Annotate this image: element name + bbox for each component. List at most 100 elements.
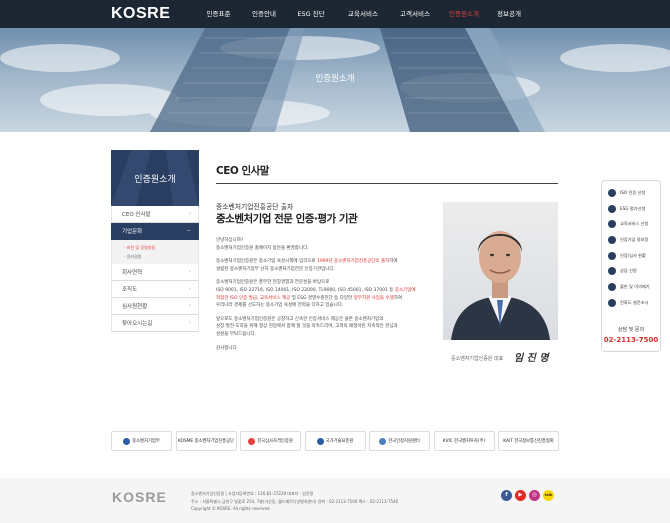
sidebar-submenu: - 비전 및 경영방침 - 윤리경영: [111, 240, 199, 264]
minus-icon: −: [186, 228, 191, 234]
nav-item-customer[interactable]: 고객서비스: [391, 0, 439, 28]
nav-item-guide[interactable]: 인증안내: [241, 0, 287, 28]
youtube-icon[interactable]: ▶: [515, 490, 526, 501]
quick-item-status[interactable]: 인증/심사 현황: [602, 248, 660, 264]
text-line: 중소벤처기업인증원은 중소기업 육성시책에 입각으로: [216, 259, 317, 265]
sidebar-subitem-ethics[interactable]: - 윤리경영: [124, 252, 198, 261]
sidebar-item-label: 찾아오시는길: [122, 321, 153, 327]
logo-mark-icon: [379, 437, 387, 445]
quick-item-label: 인증/심사 현황: [620, 252, 646, 258]
quick-phone-label: 상담 및 문의: [617, 327, 645, 333]
partner-name: 한국심사자격인증원: [257, 439, 293, 444]
quick-item-consult[interactable]: 상담 신청: [602, 263, 660, 279]
greeting-closing: 감사합니다.: [216, 345, 239, 351]
quick-phone-number[interactable]: 02-2113-7500: [602, 336, 660, 344]
ceo-photo: [443, 202, 558, 340]
greeting-paragraph-3: 중소벤처기업인증원은 풍부한 현장경험과 전문성을 바탕으로 ISO 9001,…: [216, 279, 432, 309]
top-header: KOSRE 인증표준 인증안내 ESG 진단 교육서비스 고객서비스 인증원소개…: [0, 0, 670, 28]
text-line: 앞으로도 중소벤처기업인증원은 공정하고 신속한 인증서비스 제공은 물론 중소…: [216, 316, 384, 322]
facebook-icon[interactable]: f: [501, 490, 512, 501]
hero-banner: 인증원소개: [0, 28, 670, 132]
sidebar-item-organization[interactable]: 조직도 ›: [111, 281, 199, 298]
nav-item-standard[interactable]: 인증표준: [196, 0, 241, 28]
text-line: 중소벤처기업인증원 홈페이지 방문을 환영합니다.: [216, 245, 309, 251]
highlight-text: 적합한 ISO 인증 발급, 교육서비스 제공: [216, 295, 291, 301]
quick-item-complaint[interactable]: 불만 및 이의제기: [602, 279, 660, 295]
highlight-text: 정부지원 사업을 수행: [353, 295, 394, 301]
quick-item-label: 전화도 설문조사: [620, 299, 649, 305]
kakaotalk-icon[interactable]: talk: [543, 490, 554, 501]
quick-item-company-info[interactable]: 인증기업 정보망: [602, 232, 660, 248]
main-nav: 인증표준 인증안내 ESG 진단 교육서비스 고객서비스 인증원소개 정보공개: [196, 0, 529, 28]
text-line: 설립된 중소벤처기업부 산하 중소벤처기업전문 인증기관입니다.: [216, 266, 335, 272]
partner-kvic[interactable]: KVIC 한국벤처투자(주): [433, 431, 495, 451]
sidebar-item-label: CEO 인사말: [122, 212, 151, 218]
content-subtitle: 중소벤처기업진흥공단 출자: [216, 203, 294, 211]
text-line: 성장·발전·도약을 위해 항상 현장에서 함께 할 것을 약속드리며, 고객의 …: [216, 324, 398, 330]
quick-item-label: 상담 신청: [620, 268, 637, 274]
partner-name: KOSME 중소벤처기업진흥공단: [178, 439, 235, 444]
sidebar-title-text: 인증원소개: [134, 174, 176, 185]
greeting-paragraph-4: 앞으로도 중소벤처기업인증원은 공정하고 신속한 인증서비스 제공은 물론 중소…: [216, 316, 432, 339]
text-line: 중소벤처기업인증원은 풍부한 현장경험과 전문성을 바탕으로: [216, 280, 330, 286]
chart-icon: [608, 251, 616, 260]
sidebar-item-ceo[interactable]: CEO 인사말 ›: [111, 206, 199, 223]
nav-item-about[interactable]: 인증원소개: [439, 0, 489, 28]
chevron-right-icon: ›: [189, 286, 191, 292]
sidebar-item-label: 심사원현황: [122, 304, 148, 310]
quick-item-survey[interactable]: 전화도 설문조사: [602, 295, 660, 311]
text-line: ISO 9001, ISO 22716, ISO 14001, ISO 2200…: [216, 287, 395, 293]
chevron-right-icon: ›: [189, 320, 191, 326]
partner-kab[interactable]: 한국인정지원센터: [369, 431, 430, 451]
quick-item-label: ESG 평가신청: [620, 205, 646, 211]
ceo-portrait-image: [451, 231, 550, 340]
partner-kqa[interactable]: 한국심사자격인증원: [240, 431, 301, 451]
nav-item-education[interactable]: 교육서비스: [335, 0, 391, 28]
partner-mss[interactable]: 중소벤처기업부: [111, 431, 172, 451]
clipboard-icon: [608, 298, 616, 307]
text-line: 하여: [393, 295, 402, 301]
nav-item-disclosure[interactable]: 정보공개: [489, 0, 529, 28]
text-line: 안녕하십니까?: [216, 238, 244, 243]
book-icon: [608, 220, 616, 229]
quick-item-label: 불만 및 이의제기: [620, 283, 650, 289]
highlight-text: 1999년 중소벤처기업진흥공단의 출자: [316, 259, 390, 265]
sidebar-subitem-vision[interactable]: - 비전 및 경영방침: [124, 243, 198, 252]
chevron-right-icon: ›: [189, 303, 191, 309]
logo-mark-icon: [248, 437, 256, 445]
document-icon: [608, 188, 616, 197]
quick-item-esg-apply[interactable]: ESG 평가신청: [602, 201, 660, 217]
banner-title: 인증원소개: [315, 74, 355, 84]
partner-name: 한국인정지원센터: [388, 439, 420, 444]
page: KOSRE 인증표준 인증안내 ESG 진단 교육서비스 고객서비스 인증원소개…: [0, 0, 670, 523]
chevron-right-icon: ›: [189, 211, 191, 217]
quick-item-label: 인증기업 정보망: [620, 236, 649, 242]
sidebar-item-auditors[interactable]: 심사원현황 ›: [111, 298, 199, 315]
nav-item-esg[interactable]: ESG 진단: [287, 0, 335, 28]
emblem-icon: [316, 437, 324, 445]
partner-logos: 중소벤처기업부 KOSME 중소벤처기업진흥공단 한국심사자격인증원 국가기술표…: [111, 431, 559, 453]
greeting-paragraph-1: 안녕하십니까? 중소벤처기업인증원 홈페이지 방문을 환영합니다.: [216, 237, 432, 252]
text-line: 및 ESG 경영수준진단 등 다양한: [290, 295, 354, 301]
ceo-signature: 임 진 명: [514, 353, 549, 364]
partner-kait[interactable]: KAIT 한국정보통신진흥협회: [498, 431, 559, 451]
leaf-icon: [608, 204, 616, 213]
quick-item-education[interactable]: 교육서비스 신청: [602, 216, 660, 232]
text-line: 우리나라 경제를 선도하는 중소기업 육성에 전력을 다하고 있습니다.: [216, 303, 344, 309]
sidebar-item-history[interactable]: 회사연혁 ›: [111, 264, 199, 281]
chat-icon: [608, 267, 616, 276]
sidebar-item-culture[interactable]: 기업문화 −: [111, 223, 199, 240]
quick-menu: ISO 인증 신청 ESG 평가신청 교육서비스 신청 인증기업 정보망 인증/…: [601, 180, 661, 352]
text-line: 하여: [389, 259, 398, 265]
quick-item-iso-apply[interactable]: ISO 인증 신청: [602, 185, 660, 201]
footer-info-line: 중소벤처기업인증원 | 사업자등록번호 : 116-81-37228 대표자 :…: [191, 491, 314, 496]
site-logo[interactable]: KOSRE: [111, 5, 170, 23]
instagram-icon[interactable]: ◎: [529, 490, 540, 501]
sidebar-item-location[interactable]: 찾아오시는길 ›: [111, 315, 199, 332]
sidebar-item-label: 기업문화: [122, 229, 143, 235]
partner-kosme[interactable]: KOSME 중소벤처기업진흥공단: [175, 431, 237, 451]
partner-kats[interactable]: 국가기술표준원: [304, 431, 366, 451]
text-line: 성원을 부탁드립니다.: [216, 331, 257, 337]
partner-name: KVIC 한국벤처투자(주): [442, 439, 486, 444]
quick-item-label: ISO 인증 신청: [620, 189, 646, 195]
